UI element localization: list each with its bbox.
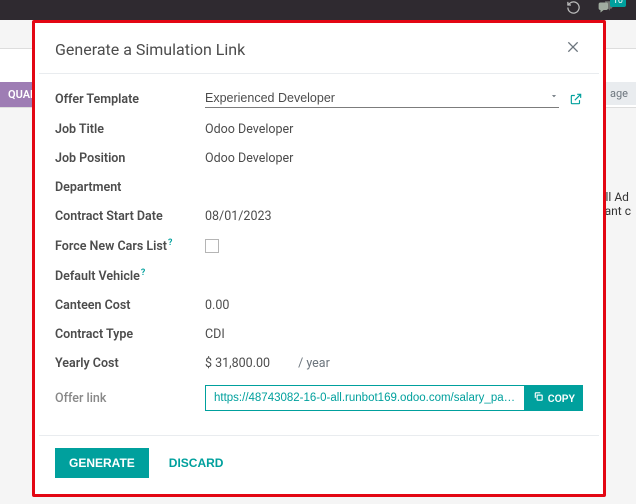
discard-button[interactable]: DISCARD — [157, 448, 236, 478]
label-yearly-cost: Yearly Cost — [55, 356, 205, 371]
value-job-position[interactable]: Odoo Developer — [205, 151, 583, 166]
value-contract-start-date[interactable]: 08/01/2023 — [205, 209, 583, 224]
label-offer-link: Offer link — [55, 391, 205, 406]
message-count-badge: 10 — [610, 0, 626, 7]
copy-icon — [533, 391, 544, 405]
stage-tag-partial[interactable]: age — [602, 82, 636, 105]
reload-icon[interactable] — [566, 0, 581, 15]
help-icon[interactable]: ? — [141, 268, 145, 278]
value-contract-type[interactable]: CDI — [205, 327, 583, 342]
label-default-vehicle: Default Vehicle? — [55, 268, 205, 284]
copy-label: COPY — [548, 392, 575, 405]
force-new-cars-checkbox[interactable] — [205, 239, 219, 253]
label-job-title: Job Title — [55, 122, 205, 137]
label-offer-template: Offer Template — [55, 92, 205, 107]
close-button[interactable] — [563, 37, 583, 61]
value-job-title[interactable]: Odoo Developer — [205, 122, 583, 137]
offer-link-input[interactable] — [205, 385, 525, 411]
yearly-cost-unit: / year — [298, 356, 330, 371]
modal-title: Generate a Simulation Link — [55, 40, 245, 59]
offer-template-input[interactable] — [205, 91, 549, 105]
label-canteen-cost: Canteen Cost — [55, 298, 205, 313]
external-link-icon[interactable] — [569, 92, 583, 106]
label-contract-start-date: Contract Start Date — [55, 209, 205, 224]
copy-button[interactable]: COPY — [525, 385, 583, 411]
label-department: Department — [55, 180, 205, 195]
label-contract-type: Contract Type — [55, 327, 205, 342]
value-canteen-cost[interactable]: 0.00 — [205, 298, 583, 313]
generate-button[interactable]: GENERATE — [55, 448, 149, 478]
dropdown-caret-icon[interactable] — [549, 90, 559, 105]
value-yearly-cost[interactable]: $ 31,800.00 — [205, 356, 270, 371]
help-icon[interactable]: ? — [168, 238, 172, 248]
label-job-position: Job Position — [55, 151, 205, 166]
label-force-new-cars: Force New Cars List? — [55, 238, 205, 254]
